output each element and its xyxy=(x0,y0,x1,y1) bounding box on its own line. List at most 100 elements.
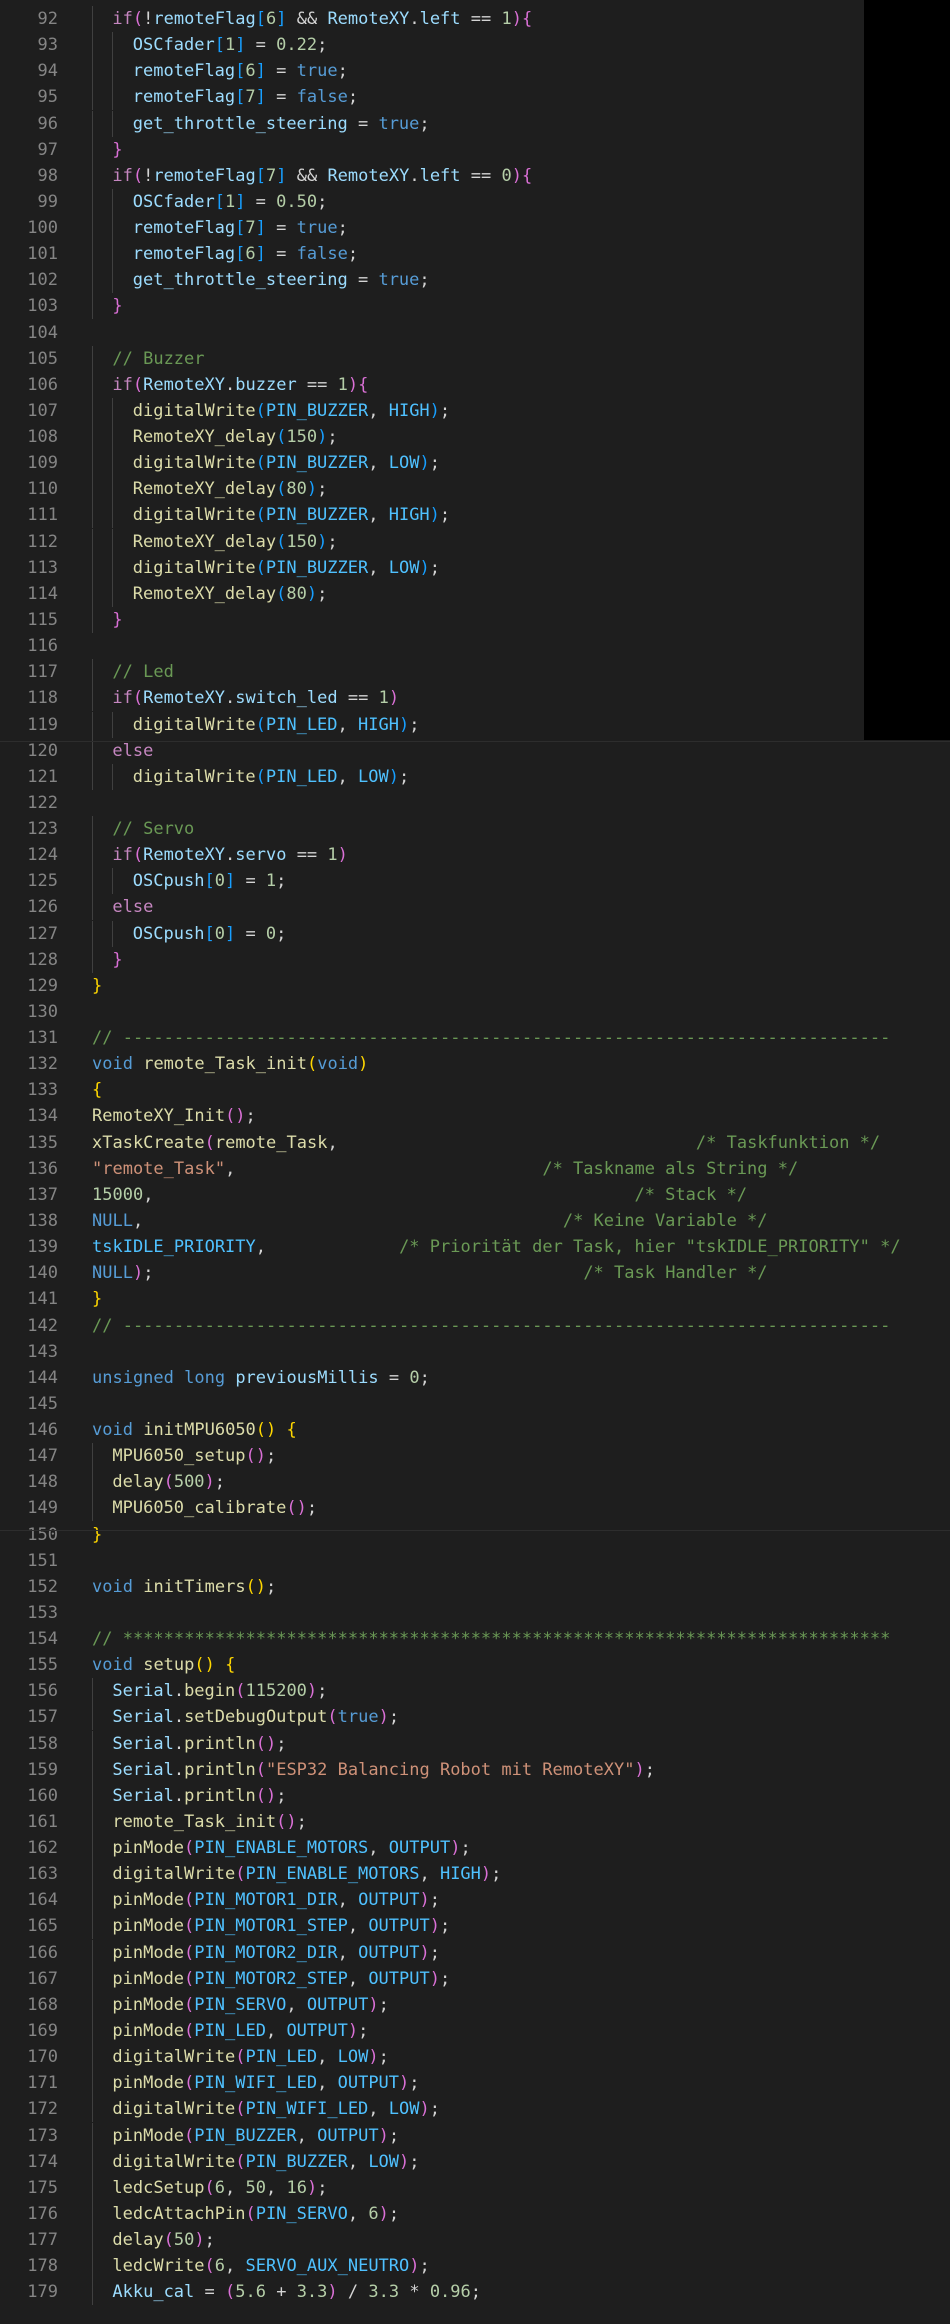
code-line[interactable]: 94 remoteFlag[6] = true; xyxy=(0,58,950,85)
code-line[interactable]: 166 pinMode(PIN_MOTOR2_DIR, OUTPUT); xyxy=(0,1939,950,1966)
code-line[interactable]: 159 Serial.println("ESP32 Balancing Robot… xyxy=(0,1756,950,1783)
code-line[interactable]: 150} xyxy=(0,1522,950,1548)
code-line[interactable]: 175 ledcSetup(6, 50, 16); xyxy=(0,2174,950,2201)
code-line[interactable]: 148 delay(500); xyxy=(0,1469,950,1496)
code-line[interactable]: 123 // Servo xyxy=(0,816,950,843)
code-line[interactable]: 126 else xyxy=(0,894,950,921)
code-text: MPU6050_setup(); xyxy=(112,1443,276,1469)
code-line[interactable]: 178 ledcWrite(6, SERVO_AUX_NEUTRO); xyxy=(0,2253,950,2280)
code-line[interactable]: 103} xyxy=(0,293,950,320)
code-line[interactable]: 111 digitalWrite(PIN_BUZZER, HIGH); xyxy=(0,502,950,529)
code-line[interactable]: 98 if(!remoteFlag[7] && RemoteXY.left == … xyxy=(0,162,950,189)
code-line[interactable]: 125 OSCpush[0] = 1; xyxy=(0,868,950,895)
code-token: ) xyxy=(399,2151,410,2172)
code-line[interactable]: 135 xTaskCreate(remote_Task, /* Taskfunkt… xyxy=(0,1130,950,1156)
code-line[interactable]: 147 MPU6050_setup(); xyxy=(0,1443,950,1470)
code-line[interactable]: 118 if(RemoteXY.switch_led == 1) xyxy=(0,685,950,712)
code-line[interactable]: 136 "remote_Task", /* Taskname als String… xyxy=(0,1156,950,1182)
code-line[interactable]: 127 OSCpush[0] = 0; xyxy=(0,920,950,947)
code-line[interactable]: 112 RemoteXY_delay(150); xyxy=(0,528,950,555)
code-line[interactable]: 172 digitalWrite(PIN_WIFI_LED, LOW); xyxy=(0,2096,950,2123)
code-line[interactable]: 154 // **********************************… xyxy=(0,1626,950,1652)
code-line[interactable]: 95 remoteFlag[7] = false; xyxy=(0,84,950,111)
code-line[interactable]: 173 pinMode(PIN_BUZZER, OUTPUT); xyxy=(0,2122,950,2149)
code-line[interactable]: 168 pinMode(PIN_SERVO, OUTPUT); xyxy=(0,1991,950,2018)
code-line[interactable]: 107 digitalWrite(PIN_BUZZER, HIGH); xyxy=(0,397,950,424)
code-line[interactable]: 142 // ----------------------------------… xyxy=(0,1313,950,1339)
code-line[interactable]: 93 OSCfader[1] = 0.22; xyxy=(0,32,950,59)
code-line[interactable]: 149 MPU6050_calibrate(); xyxy=(0,1495,950,1522)
code-line[interactable]: 128} xyxy=(0,946,950,973)
code-line[interactable]: 92 if(!remoteFlag[6] && RemoteXY.left == … xyxy=(0,6,950,32)
code-line[interactable]: 138 NULL, /* Keine Variable */ xyxy=(0,1208,950,1234)
code-line[interactable]: 97} xyxy=(0,136,950,163)
code-line[interactable]: 162 pinMode(PIN_ENABLE_MOTORS, OUTPUT); xyxy=(0,1835,950,1862)
code-line[interactable]: 99 OSCfader[1] = 0.50; xyxy=(0,188,950,215)
code-line[interactable]: 176 ledcAttachPin(PIN_SERVO, 6); xyxy=(0,2200,950,2227)
code-line[interactable]: 124 if(RemoteXY.servo == 1) xyxy=(0,842,950,869)
code-line[interactable]: 165 pinMode(PIN_MOTOR1_STEP, OUTPUT); xyxy=(0,1913,950,1940)
code-line[interactable]: 161 remote_Task_init(); xyxy=(0,1808,950,1835)
code-line[interactable]: 104 xyxy=(0,320,950,346)
code-line[interactable]: 129} xyxy=(0,973,950,999)
code-line[interactable]: 110 RemoteXY_delay(80); xyxy=(0,476,950,503)
code-line[interactable]: 130 xyxy=(0,999,950,1025)
code-line[interactable]: 163 digitalWrite(PIN_ENABLE_MOTORS, HIGH)… xyxy=(0,1861,950,1888)
code-line[interactable]: 117 // Led xyxy=(0,659,950,686)
code-line[interactable]: 170 digitalWrite(PIN_LED, LOW); xyxy=(0,2044,950,2071)
indent-guide xyxy=(112,711,114,738)
code-line[interactable]: 169 pinMode(PIN_LED, OUTPUT); xyxy=(0,2018,950,2044)
code-editor[interactable]: 92 if(!remoteFlag[6] && RemoteXY.left == … xyxy=(0,0,950,2324)
code-line[interactable]: 155 void setup() { xyxy=(0,1652,950,1678)
code-line[interactable]: 131 // ----------------------------------… xyxy=(0,1025,950,1051)
code-line[interactable]: 105 // Buzzer xyxy=(0,345,950,372)
code-line[interactable]: 152 void initTimers(); xyxy=(0,1574,950,1600)
code-line[interactable]: 160 Serial.println(); xyxy=(0,1782,950,1809)
code-token: , xyxy=(317,2073,338,2094)
code-line[interactable]: 116 xyxy=(0,633,950,659)
code-line[interactable]: 156 Serial.begin(115200); xyxy=(0,1678,950,1705)
code-line[interactable]: 145 xyxy=(0,1391,950,1417)
code-line[interactable]: 151 xyxy=(0,1548,950,1574)
code-line[interactable]: 96 get_throttle_steering = true; xyxy=(0,110,950,137)
code-line[interactable]: 146 void initMPU6050() { xyxy=(0,1417,950,1443)
code-line[interactable]: 140 NULL); /* Task Handler */ xyxy=(0,1260,950,1286)
code-token: println xyxy=(184,1759,256,1780)
code-line[interactable]: 114 RemoteXY_delay(80); xyxy=(0,580,950,607)
code-line[interactable]: 139 tskIDLE_PRIORITY, /* Priorität der Ta… xyxy=(0,1234,950,1260)
code-token: = xyxy=(265,61,297,82)
code-line[interactable]: 137 15000, /* Stack */ xyxy=(0,1182,950,1208)
code-line[interactable]: 158 Serial.println(); xyxy=(0,1730,950,1757)
code-line[interactable]: 119 digitalWrite(PIN_LED, HIGH); xyxy=(0,711,950,738)
code-line[interactable]: 133 { xyxy=(0,1077,950,1103)
code-line[interactable]: 153 xyxy=(0,1600,950,1626)
code-line[interactable]: 174 digitalWrite(PIN_BUZZER, LOW); xyxy=(0,2148,950,2175)
code-token: = xyxy=(347,113,379,134)
code-text: MPU6050_calibrate(); xyxy=(112,1495,317,1521)
code-line[interactable]: 164 pinMode(PIN_MOTOR1_DIR, OUTPUT); xyxy=(0,1887,950,1914)
code-line[interactable]: 144 unsigned long previousMillis = 0; xyxy=(0,1365,950,1391)
code-line[interactable]: 101 remoteFlag[6] = false; xyxy=(0,241,950,268)
code-line[interactable]: 113 digitalWrite(PIN_BUZZER, LOW); xyxy=(0,554,950,581)
code-line[interactable]: 171 pinMode(PIN_WIFI_LED, OUTPUT); xyxy=(0,2070,950,2097)
code-line[interactable]: 134 RemoteXY_Init(); xyxy=(0,1103,950,1129)
code-token: Serial xyxy=(112,1785,174,1806)
code-line[interactable]: 108 RemoteXY_delay(150); xyxy=(0,424,950,451)
code-line[interactable]: 106 if(RemoteXY.buzzer == 1){ xyxy=(0,371,950,398)
code-line[interactable]: 143 xyxy=(0,1339,950,1365)
code-line[interactable]: 100 remoteFlag[7] = true; xyxy=(0,215,950,242)
code-line[interactable]: 167 pinMode(PIN_MOTOR2_STEP, OUTPUT); xyxy=(0,1965,950,1992)
code-line[interactable]: 122 xyxy=(0,790,950,816)
code-line[interactable]: 177 delay(50); xyxy=(0,2227,950,2254)
code-token: ( xyxy=(306,1054,318,1075)
code-line[interactable]: 102 get_throttle_steering = true; xyxy=(0,267,950,294)
code-line[interactable]: 121 digitalWrite(PIN_LED, LOW); xyxy=(0,763,950,790)
code-token: ( xyxy=(235,2047,246,2068)
code-line[interactable]: 115} xyxy=(0,606,950,633)
code-line[interactable]: 132 void remote_Task_init(void) xyxy=(0,1051,950,1077)
code-line[interactable]: 157 Serial.setDebugOutput(true); xyxy=(0,1704,950,1731)
code-line[interactable]: 179 Akku_cal = (5.6 + 3.3) / 3.3 * 0.96; xyxy=(0,2279,950,2306)
code-line[interactable]: 141} xyxy=(0,1286,950,1312)
code-line[interactable]: 109 digitalWrite(PIN_BUZZER, LOW); xyxy=(0,450,950,477)
line-number: 148 xyxy=(27,1472,58,1493)
